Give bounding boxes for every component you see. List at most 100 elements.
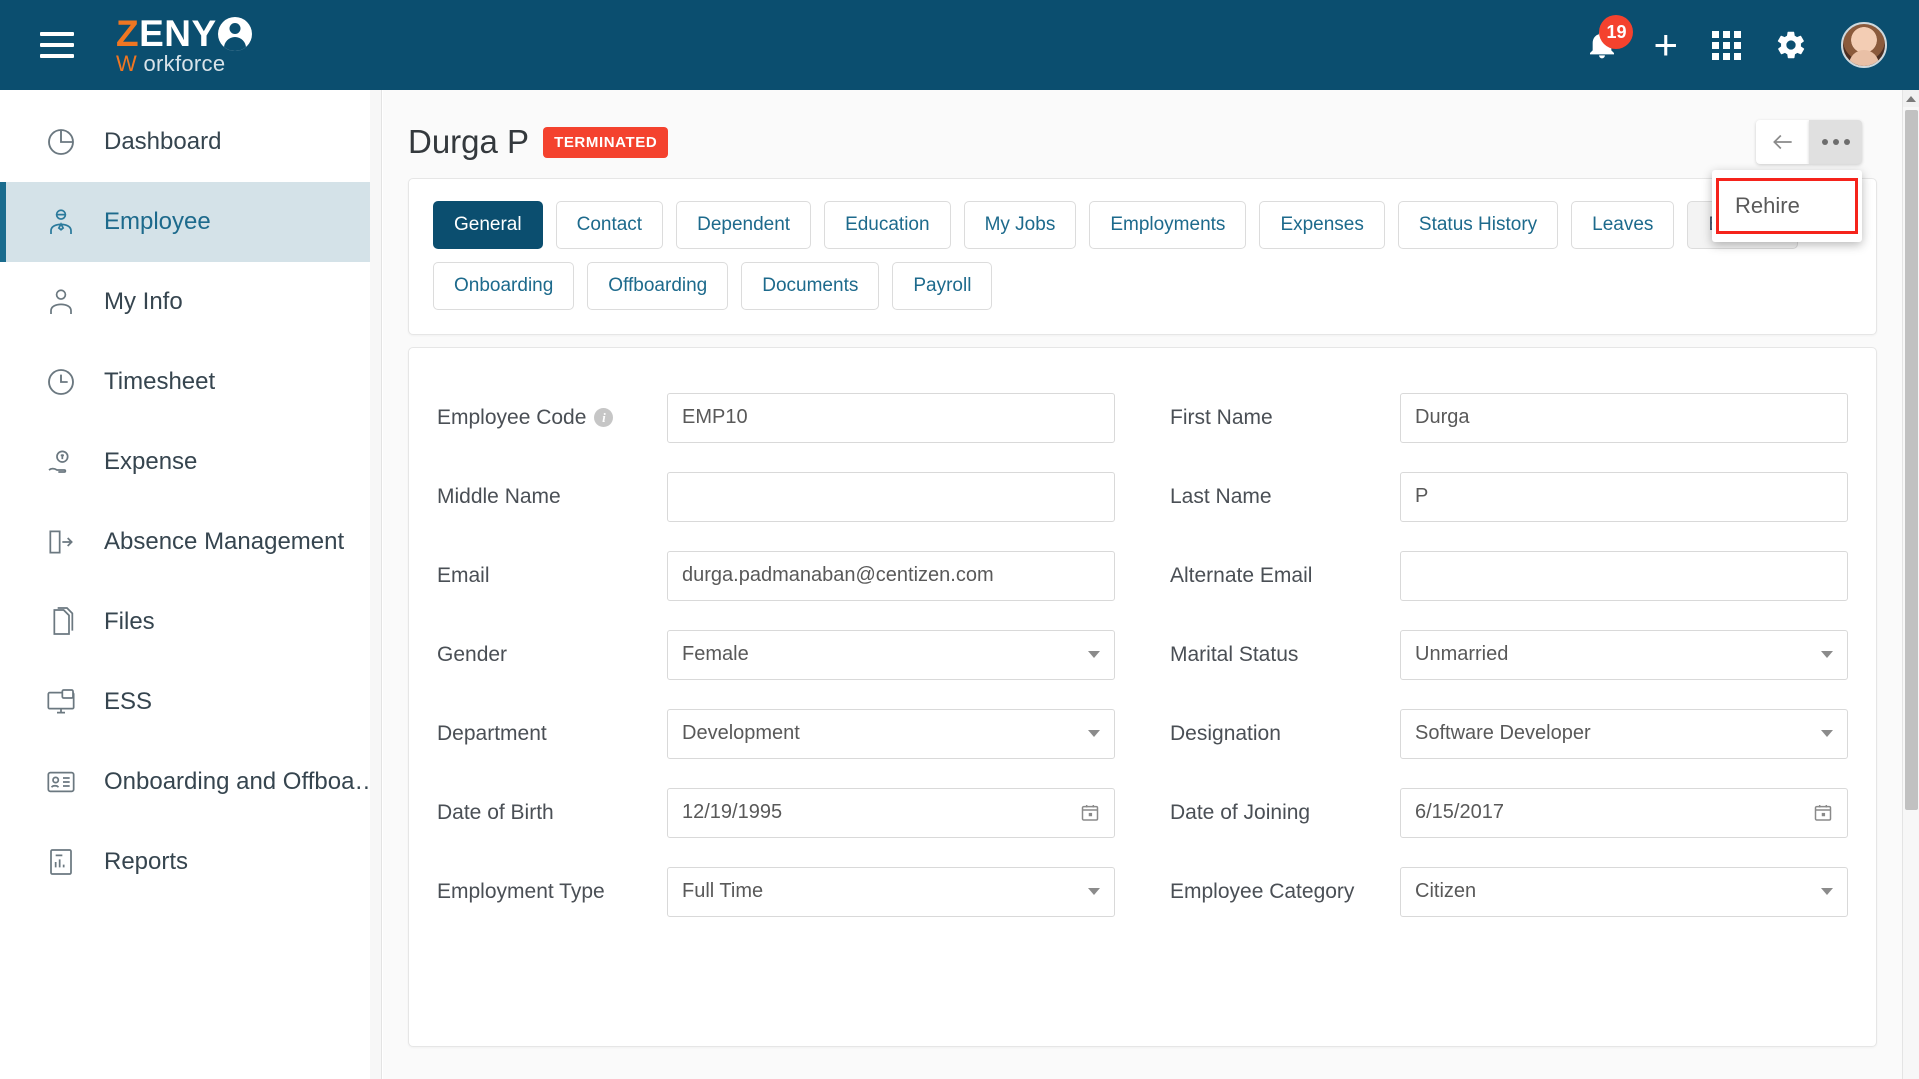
sidebar-item-expense[interactable]: Expense <box>0 422 381 502</box>
field-value: Full Time <box>682 880 764 902</box>
first-name-input[interactable]: Durga <box>1400 392 1848 443</box>
scrollbar-thumb[interactable] <box>1905 110 1918 810</box>
apps-button[interactable] <box>1712 30 1741 60</box>
employee-category-select[interactable]: Citizen <box>1400 866 1848 917</box>
field-employee-code: Employee Code i EMP10 <box>437 378 1115 457</box>
field-label-text: Department <box>437 721 547 745</box>
files-icon <box>44 605 78 639</box>
middle-name-input[interactable] <box>667 471 1115 522</box>
field-label: Marital Status <box>1170 643 1400 667</box>
field-value: P <box>1415 485 1429 507</box>
back-button[interactable] <box>1756 120 1809 164</box>
gender-select[interactable]: Female <box>667 629 1115 680</box>
last-name-input[interactable]: P <box>1400 471 1848 522</box>
field-label-text: First Name <box>1170 405 1273 429</box>
page-header-actions: Rehire <box>1712 120 1862 242</box>
brand-logo-bottom: W orkforce <box>116 53 252 75</box>
sidebar-item-label: Expense <box>104 448 198 475</box>
add-button[interactable]: + <box>1653 24 1678 66</box>
sidebar-item-label: Files <box>104 608 155 635</box>
tab-offboarding[interactable]: Offboarding <box>587 262 729 310</box>
tab-expenses[interactable]: Expenses <box>1259 201 1385 249</box>
apps-grid-icon <box>1712 30 1741 60</box>
tab-documents[interactable]: Documents <box>741 262 880 310</box>
brand-logo-top: Z ENY <box>116 15 252 52</box>
date-of-joining-input[interactable]: 6/15/2017 <box>1400 787 1848 838</box>
field-value: Unmarried <box>1415 643 1509 665</box>
chevron-down-icon <box>1088 888 1100 895</box>
field-value: durga.padmanaban@centizen.com <box>682 564 994 586</box>
sidebar-item-my-info[interactable]: My Info <box>0 262 381 342</box>
sidebar-item-timesheet[interactable]: Timesheet <box>0 342 381 422</box>
page-scrollbar[interactable] <box>1902 90 1919 1079</box>
marital-status-select[interactable]: Unmarried <box>1400 629 1848 680</box>
field-value: 12/19/1995 <box>682 801 783 823</box>
field-label-text: Employee Code <box>437 405 587 429</box>
tab-payroll[interactable]: Payroll <box>892 262 993 310</box>
field-label-text: Alternate Email <box>1170 563 1313 587</box>
menu-item-rehire[interactable]: Rehire <box>1716 178 1858 234</box>
brand-logo[interactable]: Z ENY W orkforce <box>116 15 252 75</box>
sidebar-scroll-track[interactable] <box>370 90 381 1079</box>
chevron-down-icon <box>1088 730 1100 737</box>
designation-select[interactable]: Software Developer <box>1400 708 1848 759</box>
field-label: Designation <box>1170 722 1400 746</box>
tab-general[interactable]: General <box>433 201 543 249</box>
tab-education[interactable]: Education <box>824 201 951 249</box>
plus-icon: + <box>1653 21 1678 68</box>
field-department: Department Development <box>437 694 1115 773</box>
calendar-icon[interactable] <box>1813 802 1833 823</box>
field-value: Development <box>682 722 800 744</box>
report-chart-icon <box>44 845 78 879</box>
sidebar-item-reports[interactable]: Reports <box>0 822 381 902</box>
field-label-text: Date of Birth <box>437 800 554 824</box>
tab-employments[interactable]: Employments <box>1089 201 1247 249</box>
notification-count-badge: 19 <box>1599 15 1634 49</box>
brand-letters-orkforce: orkforce <box>143 51 226 76</box>
sidebar-item-files[interactable]: Files <box>0 582 381 662</box>
status-badge: TERMINATED <box>543 126 669 158</box>
info-icon[interactable]: i <box>594 408 614 427</box>
settings-button[interactable] <box>1775 29 1807 61</box>
email-input[interactable]: durga.padmanaban@centizen.com <box>667 550 1115 601</box>
field-value: Durga <box>1415 406 1470 428</box>
hamburger-menu-icon[interactable] <box>40 32 74 58</box>
sidebar-item-ess[interactable]: ESS <box>0 662 381 742</box>
employee-code-input[interactable]: EMP10 <box>667 392 1115 443</box>
field-label: Email <box>437 564 667 588</box>
tab-my-jobs[interactable]: My Jobs <box>963 201 1077 249</box>
field-alternate-email: Alternate Email <box>1170 536 1848 615</box>
chevron-down-icon <box>1821 651 1833 658</box>
brand-letter-w: W <box>116 51 138 76</box>
field-label: Last Name <box>1170 485 1400 509</box>
notifications-button[interactable]: 19 <box>1585 15 1634 65</box>
tab-leaves[interactable]: Leaves <box>1571 201 1675 249</box>
field-last-name: Last Name P <box>1170 457 1848 536</box>
sidebar-item-label: Absence Management <box>104 528 345 555</box>
sidebar-item-onboarding-offboarding[interactable]: Onboarding and Offboardi... <box>0 742 381 822</box>
calendar-icon[interactable] <box>1080 802 1100 823</box>
employment-type-select[interactable]: Full Time <box>667 866 1115 917</box>
exit-door-icon <box>44 525 78 559</box>
field-label-text: Employee Category <box>1170 879 1355 903</box>
form-grid: Employee Code i EMP10 First Name Durga M… <box>437 378 1848 931</box>
more-options-button[interactable] <box>1809 120 1862 164</box>
money-hand-icon <box>44 445 78 479</box>
sidebar-item-dashboard[interactable]: Dashboard <box>0 102 381 182</box>
tab-contact[interactable]: Contact <box>555 201 664 249</box>
field-label: Gender <box>437 643 667 667</box>
date-of-birth-input[interactable]: 12/19/1995 <box>667 787 1115 838</box>
field-label: Employee Code i <box>437 406 667 430</box>
sidebar-item-label: Employee <box>104 208 211 235</box>
tab-status-history[interactable]: Status History <box>1397 201 1559 249</box>
field-label: Middle Name <box>437 485 667 509</box>
sidebar-item-employee[interactable]: Employee <box>0 182 381 262</box>
department-select[interactable]: Development <box>667 708 1115 759</box>
avatar[interactable] <box>1841 22 1887 68</box>
tab-dependent[interactable]: Dependent <box>676 201 812 249</box>
sidebar-item-label: ESS <box>104 688 153 715</box>
scroll-up-button[interactable] <box>1903 90 1919 107</box>
sidebar-item-absence-management[interactable]: Absence Management <box>0 502 381 582</box>
alternate-email-input[interactable] <box>1400 550 1848 601</box>
tab-onboarding[interactable]: Onboarding <box>433 262 575 310</box>
